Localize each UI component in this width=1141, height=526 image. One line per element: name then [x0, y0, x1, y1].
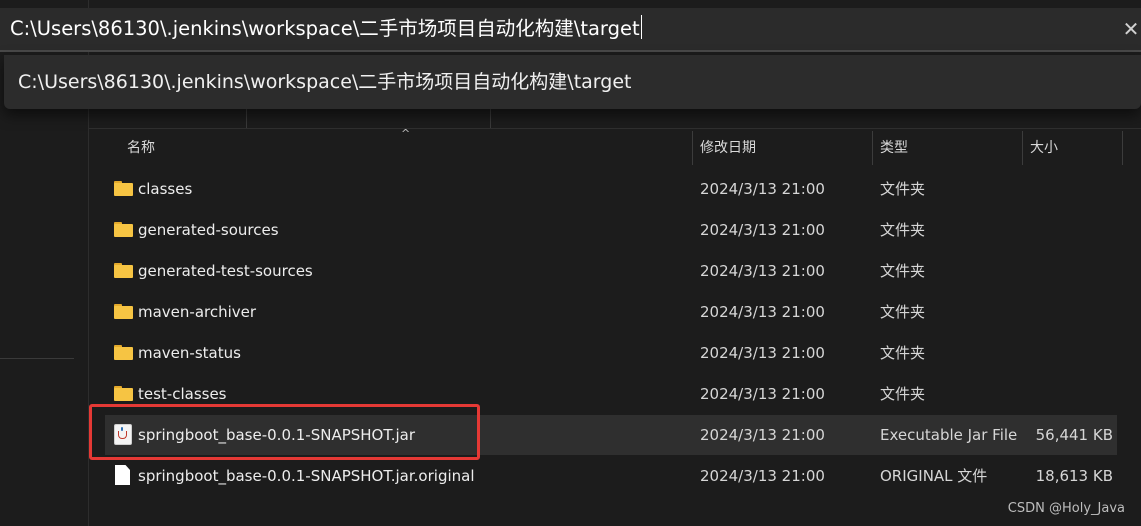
file-date: 2024/3/13 21:00 — [700, 221, 825, 239]
file-date: 2024/3/13 21:00 — [700, 303, 825, 321]
column-header-date[interactable]: 修改日期 — [692, 131, 872, 165]
file-name: maven-archiver — [138, 303, 257, 321]
folder-icon — [114, 304, 133, 319]
java-jar-icon — [114, 424, 132, 445]
folder-icon — [114, 386, 133, 401]
file-row[interactable]: classes 2024/3/13 21:00 文件夹 — [105, 169, 1117, 209]
file-row-selected[interactable]: springboot_base-0.0.1-SNAPSHOT.jar 2024/… — [105, 415, 1117, 455]
file-name: classes — [138, 180, 193, 198]
folder-icon — [114, 222, 133, 237]
file-row[interactable]: generated-sources 2024/3/13 21:00 文件夹 — [105, 210, 1117, 250]
file-date: 2024/3/13 21:00 — [700, 344, 825, 362]
folder-icon — [114, 181, 133, 196]
address-input[interactable]: C:\Users\86130\.jenkins\workspace\二手市场项目… — [6, 8, 1124, 50]
file-name: maven-status — [138, 344, 241, 362]
address-text: C:\Users\86130\.jenkins\workspace\二手市场项目… — [10, 17, 640, 40]
file-size: 18,613 KB — [1035, 467, 1113, 485]
file-explorer-window: C:\Users\86130\.jenkins\workspace\二手市场项目… — [0, 0, 1141, 526]
file-type: 文件夹 — [880, 303, 926, 321]
watermark: CSDN @Holy_Java — [1007, 501, 1125, 516]
file-row[interactable]: maven-status 2024/3/13 21:00 文件夹 — [105, 333, 1117, 373]
file-name: springboot_base-0.0.1-SNAPSHOT.jar — [138, 426, 416, 444]
file-type: 文件夹 — [880, 180, 926, 198]
file-type: 文件夹 — [880, 344, 926, 362]
file-row[interactable]: test-classes 2024/3/13 21:00 文件夹 — [105, 374, 1117, 414]
file-size: 56,441 KB — [1035, 426, 1113, 444]
nav-divider — [0, 358, 74, 359]
file-date: 2024/3/13 21:00 — [700, 262, 825, 280]
column-divider[interactable] — [1122, 131, 1123, 165]
file-row[interactable]: springboot_base-0.0.1-SNAPSHOT.jar.origi… — [105, 456, 1117, 496]
file-list: ^ 名称 修改日期 类型 大小 classes 2024/3/13 21:00 … — [89, 127, 1141, 526]
file-type: ORIGINAL 文件 — [880, 467, 988, 485]
file-date: 2024/3/13 21:00 — [700, 180, 825, 198]
file-type: 文件夹 — [880, 262, 926, 280]
file-type: Executable Jar File — [880, 426, 1018, 444]
toolbar-separator — [490, 109, 491, 129]
text-caret — [640, 15, 642, 39]
folder-icon — [114, 345, 133, 360]
file-icon — [115, 465, 130, 485]
toolbar-separator — [246, 109, 247, 129]
file-name: test-classes — [138, 385, 227, 403]
file-type: 文件夹 — [880, 221, 926, 239]
address-bar[interactable]: C:\Users\86130\.jenkins\workspace\二手市场项目… — [0, 8, 1141, 52]
column-header-type[interactable]: 类型 — [872, 131, 1022, 165]
file-date: 2024/3/13 21:00 — [700, 426, 825, 444]
file-name: generated-sources — [138, 221, 279, 239]
column-header-size[interactable]: 大小 — [1022, 131, 1122, 165]
file-type: 文件夹 — [880, 385, 926, 403]
file-name: springboot_base-0.0.1-SNAPSHOT.jar.origi… — [138, 467, 475, 485]
address-suggestion-item[interactable]: C:\Users\86130\.jenkins\workspace\二手市场项目… — [18, 55, 631, 109]
folder-icon — [114, 263, 133, 278]
column-header-row: 名称 修改日期 类型 大小 — [89, 131, 1141, 165]
clear-address-button[interactable]: ✕ — [1121, 16, 1141, 42]
column-header-name[interactable]: 名称 — [119, 131, 691, 165]
file-row[interactable]: generated-test-sources 2024/3/13 21:00 文… — [105, 251, 1117, 291]
file-name: generated-test-sources — [138, 262, 313, 280]
file-date: 2024/3/13 21:00 — [700, 385, 825, 403]
address-suggestion-dropdown: C:\Users\86130\.jenkins\workspace\二手市场项目… — [4, 55, 1141, 109]
file-row[interactable]: maven-archiver 2024/3/13 21:00 文件夹 — [105, 292, 1117, 332]
file-date: 2024/3/13 21:00 — [700, 467, 825, 485]
